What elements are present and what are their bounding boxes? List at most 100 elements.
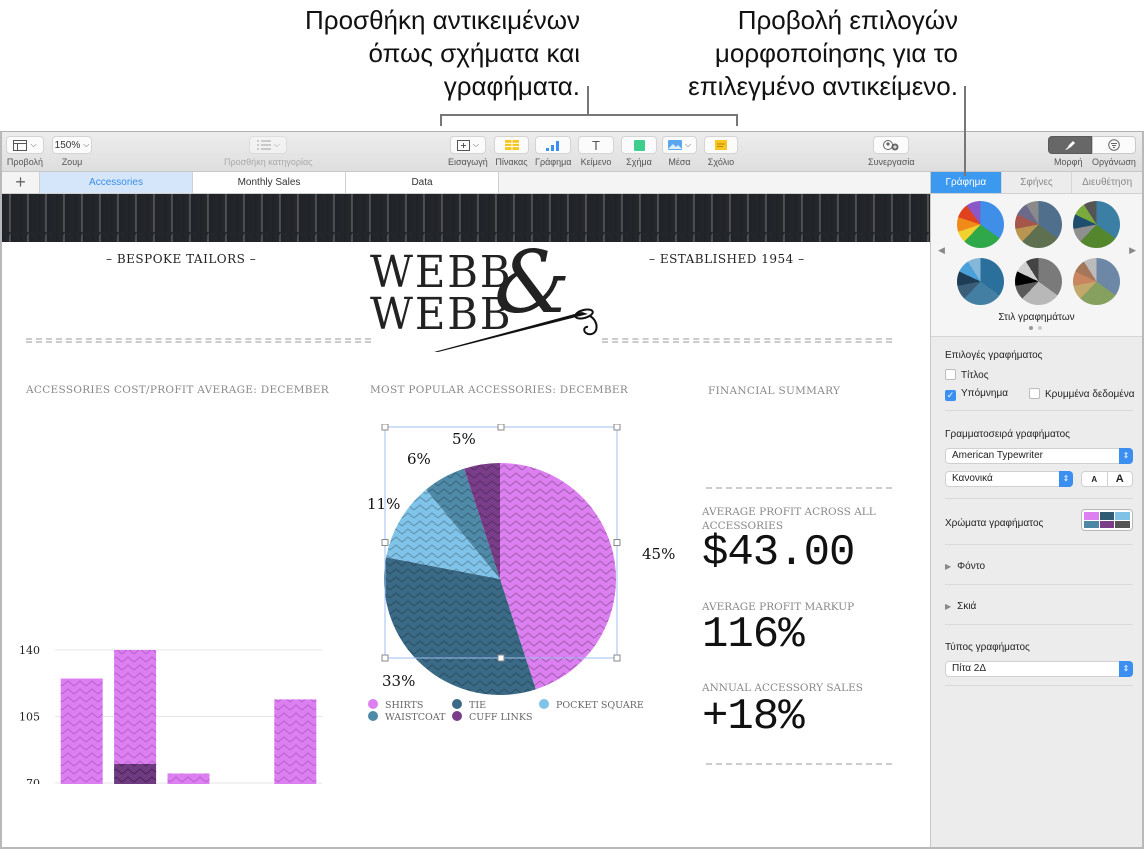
zoom-label: Ζουμ <box>61 157 83 167</box>
collaborate-button[interactable] <box>873 136 910 154</box>
zoom-value: 150% <box>54 139 81 151</box>
shape-button[interactable] <box>621 136 657 154</box>
disclosure-triangle-icon: ▶ <box>945 602 952 611</box>
background-label: Φόντο <box>957 561 986 572</box>
callout-bracket-stem <box>587 86 589 116</box>
increase-font-button[interactable]: A <box>1108 472 1133 486</box>
add-sheet-button[interactable]: + <box>2 172 40 193</box>
chart-style-5[interactable] <box>1015 258 1062 305</box>
format-button[interactable] <box>1048 136 1092 154</box>
organize-button[interactable] <box>1092 136 1136 154</box>
palette-swatch <box>1099 520 1115 528</box>
chart-style-4[interactable] <box>957 258 1004 305</box>
chart-colors-button[interactable] <box>1081 509 1133 531</box>
chart-style-3[interactable] <box>1073 201 1120 248</box>
resize-handle[interactable] <box>381 539 389 546</box>
pages-window: ⌵ Προβολή 150% ⌵ Ζουμ ⌵ Προσθήκη κατηγορ… <box>0 131 1144 849</box>
tab-arrange[interactable]: Διευθέτηση <box>1072 172 1142 193</box>
view-menu[interactable]: ⌵ Προβολή <box>6 136 44 167</box>
inspector-tabs: Γράφημα Σφήνες Διευθέτηση <box>931 172 1142 194</box>
chart-label: Γράφημα <box>535 157 572 167</box>
bar-chart[interactable]: 03570105140CUFF LINKSWAISTCOATTIEPOCKET … <box>2 424 342 784</box>
chart-tool[interactable]: Γράφημα <box>535 136 572 167</box>
checkbox[interactable] <box>1029 388 1040 399</box>
resize-handle[interactable] <box>497 654 505 662</box>
page-indicator[interactable] <box>1029 326 1042 330</box>
y-tick-label: 140 <box>19 644 40 657</box>
resize-handle[interactable] <box>613 424 621 431</box>
pie-value-label: 11% <box>367 495 400 513</box>
chart-style-2[interactable] <box>1015 201 1062 248</box>
resize-handle[interactable] <box>497 424 505 431</box>
inspector-toggle <box>1048 136 1136 154</box>
sidebar-view-icon <box>13 139 28 151</box>
sheet-tab-data[interactable]: Data <box>346 172 499 193</box>
media-menu[interactable]: ⌵ Μέσα <box>662 136 697 167</box>
insert-menu[interactable]: ⌵ Εισαγωγή <box>448 136 488 167</box>
hidden-data-checkbox[interactable]: Κρυμμένα δεδομένα <box>1029 388 1139 400</box>
font-family-select[interactable]: American Typewriter ⇕ <box>945 448 1133 464</box>
zoom-button[interactable]: 150% ⌵ <box>52 136 92 154</box>
checkbox[interactable] <box>945 369 956 380</box>
resize-handle[interactable] <box>381 654 389 662</box>
bar-pattern <box>167 773 210 784</box>
pie-chart[interactable]: 45% 33% 11% 6% 5% SHIRTS TIE POCKET SQUARE WAIST… <box>342 424 682 844</box>
divider <box>945 498 1133 499</box>
shadow-disclosure[interactable]: ▶ Σκιά <box>945 601 1133 612</box>
chevron-down-icon: ⌵ <box>30 140 37 149</box>
callout-line: Προβολή επιλογών <box>737 5 958 35</box>
table-tool[interactable]: Πίνακας <box>494 136 529 167</box>
toolbar: ⌵ Προβολή 150% ⌵ Ζουμ ⌵ Προσθήκη κατηγορ… <box>2 132 1142 172</box>
list-icon <box>256 140 271 150</box>
sheet-tab-accessories[interactable]: Accessories <box>40 172 193 193</box>
resize-handle[interactable] <box>613 654 621 662</box>
resize-handle[interactable] <box>613 539 621 546</box>
pie-value-label: 6% <box>407 450 431 468</box>
sheet-tab-monthly-sales[interactable]: Monthly Sales <box>193 172 346 193</box>
add-person-icon <box>883 139 899 150</box>
collaborate-tool[interactable]: Συνεργασία <box>868 136 915 167</box>
pie-chart-title: MOST POPULAR ACCESSORIES: DECEMBER <box>370 384 629 396</box>
text-tool[interactable]: T Κείμενο <box>578 136 614 167</box>
insert-label: Εισαγωγή <box>448 157 488 167</box>
tab-chart[interactable]: Γράφημα <box>931 172 1002 193</box>
callout-format-options: Προβολή επιλογών μορφοποίησης για το επι… <box>600 4 958 103</box>
plus-icon: + <box>15 172 26 192</box>
title-checkbox[interactable]: Τίτλος <box>945 369 1133 381</box>
font-style-select[interactable]: Κανονικά ⇕ <box>945 471 1073 487</box>
chart-style-1[interactable] <box>957 201 1004 248</box>
legend-swatch <box>368 711 378 721</box>
legend-label: POCKET SQUARE <box>556 700 644 711</box>
resize-handle[interactable] <box>381 424 389 431</box>
comment-tool[interactable]: Σχόλιο <box>704 136 738 167</box>
text-button[interactable]: T <box>578 136 614 154</box>
bar-chart-title: ACCESSORIES COST/PROFIT AVERAGE: DECEMBE… <box>26 384 329 396</box>
add-category-menu[interactable]: ⌵ Προσθήκη κατηγορίας <box>224 136 313 167</box>
add-category-label: Προσθήκη κατηγορίας <box>224 157 313 167</box>
chart-type-heading: Τύπος γραφήματος <box>945 642 1030 653</box>
divider <box>945 410 1133 411</box>
decrease-font-button[interactable]: A <box>1082 472 1108 486</box>
legend-checkbox-label: Υπόμνημα <box>961 388 1008 399</box>
shape-tool[interactable]: Σχήμα <box>621 136 657 167</box>
comment-button[interactable] <box>704 136 738 154</box>
insert-icon <box>456 139 470 151</box>
chart-button[interactable] <box>535 136 572 154</box>
view-button[interactable]: ⌵ <box>6 136 44 154</box>
add-category-button[interactable]: ⌵ <box>249 136 288 154</box>
insert-button[interactable]: ⌵ <box>449 136 486 154</box>
callout-bracket-tick <box>736 114 738 126</box>
legend-label: TIE <box>469 700 486 711</box>
filter-icon <box>1108 139 1120 151</box>
chart-type-select[interactable]: Πίτα 2Δ ⇕ <box>945 661 1133 677</box>
media-button[interactable]: ⌵ <box>662 136 697 154</box>
next-arrow-icon[interactable]: ▶ <box>1129 245 1136 256</box>
legend-checkbox[interactable]: ✓ Υπόμνημα <box>945 388 1035 401</box>
checkmark-icon[interactable]: ✓ <box>945 390 956 401</box>
previous-arrow-icon[interactable]: ◀ <box>938 245 945 256</box>
table-button[interactable] <box>494 136 529 154</box>
zoom-menu[interactable]: 150% ⌵ Ζουμ <box>52 136 92 167</box>
background-disclosure[interactable]: ▶ Φόντο <box>945 561 1133 572</box>
tab-wedges[interactable]: Σφήνες <box>1001 172 1073 193</box>
chart-style-6[interactable] <box>1073 258 1120 305</box>
